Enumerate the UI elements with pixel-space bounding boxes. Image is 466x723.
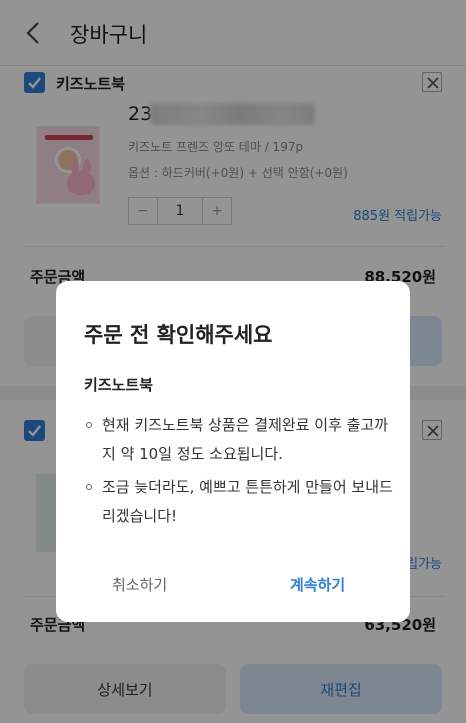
notice-item: 조금 늦더라도, 예쁘고 튼튼하게 만들어 보내드리겠습니다! xyxy=(84,473,394,531)
confirm-dialog: 주문 전 확인해주세요 키즈노트북 현재 키즈노트북 상품은 결제완료 이후 출… xyxy=(56,281,410,622)
notice-text: 현재 키즈노트북 상품은 결제완료 이후 출고까지 약 10일 정도 소요됩니다… xyxy=(102,416,389,463)
dialog-notice-list: 현재 키즈노트북 상품은 결제완료 이후 출고까지 약 10일 정도 소요됩니다… xyxy=(84,411,394,535)
cancel-button[interactable]: 취소하기 xyxy=(112,574,167,595)
dialog-subtitle: 키즈노트북 xyxy=(84,376,154,394)
bullet-icon xyxy=(86,422,92,428)
dialog-title: 주문 전 확인해주세요 xyxy=(84,323,273,347)
notice-text: 조금 늦더라도, 예쁘고 튼튼하게 만들어 보내드리겠습니다! xyxy=(102,478,393,525)
continue-button[interactable]: 계속하기 xyxy=(290,574,345,595)
notice-item: 현재 키즈노트북 상품은 결제완료 이후 출고까지 약 10일 정도 소요됩니다… xyxy=(84,411,394,469)
bullet-icon xyxy=(86,484,92,490)
